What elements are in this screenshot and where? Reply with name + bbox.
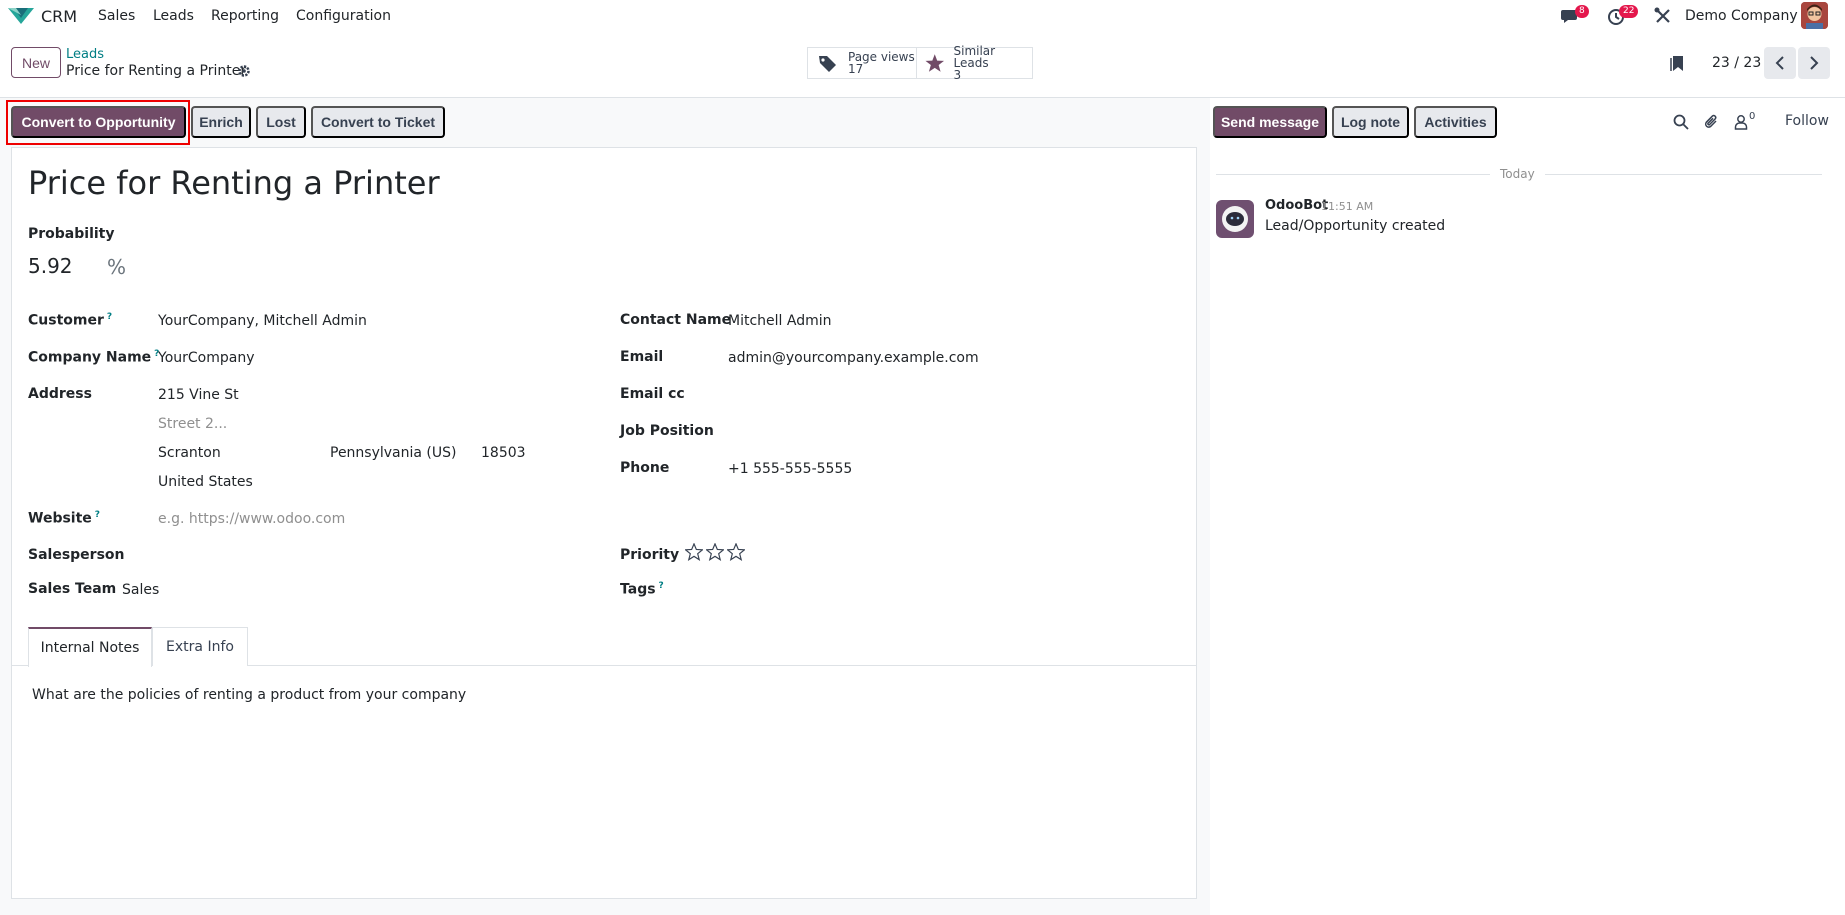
email-label: Email [620,349,664,365]
date-separator: Today [1500,167,1535,181]
priority-star-icon[interactable] [706,543,724,561]
job-position-label: Job Position [620,423,714,439]
page-views-value: 17 [848,62,864,76]
priority-star-icon[interactable] [727,543,745,561]
pager-next-button[interactable] [1798,47,1830,79]
star-icon [925,54,945,72]
app-name[interactable]: CRM [41,7,77,26]
country-field[interactable]: United States [158,474,253,490]
menu-sales[interactable]: Sales [98,8,135,24]
tags-label: Tags? [620,581,664,598]
street-field[interactable]: 215 Vine St [158,387,239,403]
phone-field[interactable]: +1 555-555-5555 [728,461,852,477]
pager-value[interactable]: 23 / 23 [1712,55,1761,71]
customer-label: Customer? [28,312,113,329]
company-name-label: Company Name? [28,349,160,366]
menu-reporting[interactable]: Reporting [211,8,279,24]
sales-team-field[interactable]: Sales [122,582,159,598]
help-icon[interactable]: ? [659,581,664,591]
website-label: Website? [28,510,101,527]
tab-extra-info[interactable]: Extra Info [152,627,248,666]
message-author[interactable]: OdooBot [1265,198,1328,213]
activities-badge: 22 [1619,5,1639,18]
crm-app-logo-icon[interactable] [8,6,34,26]
similar-leads-label: Similar Leads [953,44,996,70]
contact-name-label: Contact Name [620,312,732,328]
activities-button[interactable]: Activities [1414,106,1497,138]
menu-configuration[interactable]: Configuration [296,8,391,24]
convert-to-ticket-button[interactable]: Convert to Ticket [311,106,445,138]
phone-label: Phone [620,460,670,476]
company-switcher[interactable]: Demo Company [1685,8,1798,24]
contact-name-field[interactable]: Mitchell Admin [728,313,832,329]
email-field[interactable]: admin@yourcompany.example.com [728,350,979,366]
tags-icon [819,56,836,72]
lost-button[interactable]: Lost [256,106,306,138]
city-field[interactable]: Scranton [158,445,221,461]
help-icon[interactable]: ? [107,312,112,322]
user-avatar[interactable] [1801,2,1828,29]
send-message-button[interactable]: Send message [1213,106,1327,138]
user-avatar-icon [1801,2,1828,29]
log-note-button[interactable]: Log note [1332,106,1409,138]
similar-leads-stat-button[interactable]: Similar Leads 3 [916,44,1033,82]
odoobot-avatar[interactable] [1216,200,1254,238]
similar-leads-value: 3 [953,68,962,82]
message-body: Lead/Opportunity created [1265,218,1446,234]
help-icon[interactable]: ? [95,510,100,520]
chevron-right-icon [1810,56,1819,70]
top-navbar: CRM Sales Leads Reporting Configuration … [0,0,1845,32]
internal-notes-editor[interactable]: What are the policies of renting a produ… [32,687,466,703]
followers-count: 0 [1749,111,1756,122]
street2-field[interactable]: Street 2... [158,416,227,432]
enrich-button[interactable]: Enrich [191,106,251,138]
salesperson-label: Salesperson [28,547,125,563]
customer-field[interactable]: YourCompany, Mitchell Admin [158,313,367,329]
sales-team-label: Sales Team [28,581,117,597]
menu-leads[interactable]: Leads [153,8,194,24]
lead-title-input[interactable]: Price for Renting a Printer [28,164,440,202]
highlight-annotation [6,100,190,145]
probability-unit: % [107,255,127,279]
search-icon[interactable] [1672,113,1690,131]
pager-previous-button[interactable] [1764,47,1796,79]
breadcrumb-current: Price for Renting a Printer [66,63,247,79]
new-button[interactable]: New [11,47,61,78]
probability-input[interactable]: 5.92 [28,254,73,278]
message-time: 11:51 AM [1321,200,1374,213]
date-separator-line [1545,174,1822,175]
probability-label: Probability [28,226,115,242]
address-label: Address [28,386,92,402]
paperclip-icon[interactable] [1703,113,1721,131]
follow-button[interactable]: Follow [1785,113,1829,129]
company-name-field[interactable]: YourCompany [158,350,255,366]
tools-icon[interactable] [1653,6,1673,26]
priority-star-icon[interactable] [685,543,703,561]
date-separator-line [1216,174,1490,175]
breadcrumb-leads[interactable]: Leads [66,47,104,62]
website-field[interactable]: e.g. https://www.odoo.com [158,511,345,527]
messages-badge: 8 [1575,5,1589,18]
gear-icon[interactable] [237,64,251,78]
zip-field[interactable]: 18503 [481,445,526,461]
priority-label: Priority [620,547,680,563]
page-views-stat-button[interactable]: Page views 17 [807,47,917,79]
bookmark-icon[interactable] [1670,55,1684,72]
chevron-left-icon [1775,56,1784,70]
odoobot-icon [1222,206,1248,232]
tab-internal-notes[interactable]: Internal Notes [28,627,152,667]
state-field[interactable]: Pennsylvania (US) [330,445,457,461]
email-cc-label: Email cc [620,386,685,402]
